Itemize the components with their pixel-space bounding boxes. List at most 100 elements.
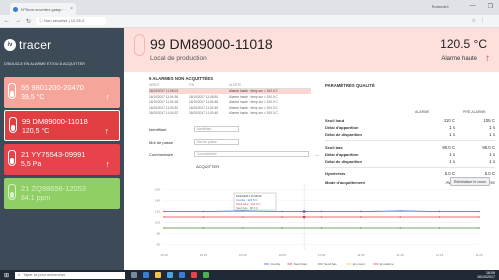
password-row: Mot de passe Mot de passe: [149, 139, 239, 145]
identifiant-row: Identifiant Identifiant: [149, 126, 239, 132]
current-value: 120.5 °C: [440, 37, 487, 51]
windows-start-icon[interactable]: ⊞: [4, 272, 9, 279]
data-point: [478, 227, 480, 229]
alarm-end: 16/10/2017 11:00:45: [189, 111, 219, 116]
taskbar-clock[interactable]: 18:09 16/10/2017: [477, 271, 495, 280]
folder-icon[interactable]: [155, 272, 162, 278]
data-point: [202, 227, 205, 229]
alarms-table: DÉBUT FIN ALERTE 16/10/2017 11:08:03 Ala…: [149, 83, 311, 116]
browser-profile[interactable]: Rotonde1: [432, 4, 449, 9]
data-point: [163, 210, 165, 213]
param-row: Seuil haut 110 C 105 C: [325, 117, 495, 124]
y-tick-label: 60: [157, 243, 161, 247]
data-point: [281, 210, 283, 213]
sensor-card[interactable]: 55 9801200-20470 39,5 °C ↑: [4, 77, 120, 108]
y-axis: 160 140 120 100 80 60: [155, 188, 160, 247]
temperature-chart[interactable]: 160 140 120 100 80 60 10:40 10:45 10:50 10:55 11:…: [124, 178, 499, 270]
sensor-card-selected[interactable]: 99 DM89000-11018 120,5 °C ↑: [4, 110, 120, 141]
alarm-start: 16/10/2017 11:00:32: [149, 105, 179, 110]
data-point: [163, 227, 165, 229]
tooltip-line: Seuil bas : 90.0 C: [236, 206, 258, 210]
alarm-text: Alarme haute : temp sur > 100.0 C: [229, 111, 278, 116]
table-row[interactable]: 16/10/2017 11:00:32 16/10/2017 11:02:45 …: [149, 105, 311, 111]
sensor-name: 21 ZQ98656-12053: [21, 184, 87, 193]
app-icon[interactable]: [191, 272, 198, 278]
param-row: Délai d'apparition 1 s 1 s: [325, 124, 495, 131]
data-point: [360, 216, 362, 218]
taskbar-icons: [131, 272, 210, 278]
x-tick-label: 10:45: [200, 253, 208, 257]
sensor-card[interactable]: 21 YY75543-09991 5,5 Pa ↑: [4, 144, 120, 175]
y-tick-label: 80: [157, 232, 161, 236]
reload-icon[interactable]: ↻: [26, 18, 31, 25]
task-view-icon[interactable]: [131, 272, 138, 278]
table-row[interactable]: 16/10/2017 11:04:36 16/10/2017 11:08:50 …: [149, 94, 311, 100]
divider: [325, 167, 495, 168]
thermometer-icon: [134, 34, 145, 56]
thermometer-icon: [8, 83, 16, 99]
table-row[interactable]: 16/10/2017 11:08:03 Alarme haute : temp …: [149, 88, 311, 94]
sensor-card[interactable]: 21 ZQ98656-12053 84.1 ppm: [4, 178, 120, 209]
password-label: Mot de passe: [149, 139, 174, 145]
data-point: [242, 210, 244, 212]
sensor-name: 99 DM89000-11018: [22, 117, 88, 126]
x-tick-label: 11:15: [436, 253, 444, 257]
comment-dash: —: [315, 151, 319, 157]
param-value-prealarme: 1 s: [489, 152, 495, 157]
identifiant-input[interactable]: Identifiant: [194, 126, 239, 132]
column-header: DÉBUT: [149, 83, 160, 88]
menu-icon[interactable]: ⋮: [480, 18, 485, 24]
back-icon[interactable]: ←: [4, 18, 10, 24]
url-field[interactable]: ⓘ Non sécurisé | 10.26.3: [36, 17, 107, 25]
store-icon[interactable]: [167, 272, 174, 278]
mail-icon[interactable]: [179, 272, 186, 278]
param-row: Délai de disparition 1 s 1 s: [325, 158, 495, 165]
forward-icon[interactable]: →: [15, 18, 21, 24]
param-value-alarme: 1 s: [449, 132, 455, 137]
param-label: Hystérésis: [325, 171, 346, 176]
app-logo[interactable]: iv tracer: [4, 38, 51, 52]
taskbar-search[interactable]: ⌕ Taper ici pour rechercher: [15, 271, 126, 279]
legend-label: Seuil bas: [324, 262, 337, 266]
browser-tab[interactable]: N°Nom ouvertes grasp · · 5E ×: [10, 3, 76, 15]
maximize-button[interactable]: ❐: [488, 3, 493, 10]
data-point: [438, 227, 441, 229]
sensor-value: 84.1 ppm: [21, 195, 51, 202]
comment-input[interactable]: Commentaire: [194, 151, 309, 157]
chrome-icon[interactable]: [203, 272, 210, 278]
arrow-up-icon: ↑: [485, 53, 490, 64]
alarm-start: 16/10/2017 11:04:18: [149, 100, 179, 105]
data-point: [281, 227, 283, 229]
legend-label: En alarme: [380, 262, 394, 266]
data-point: [320, 216, 323, 218]
edge-icon[interactable]: [143, 272, 150, 278]
alarm-end: 16/10/2017 11:02:45: [189, 105, 219, 110]
table-row[interactable]: 16/10/2017 11:04:18 16/10/2017 11:04:48 …: [149, 100, 311, 106]
sensor-name: 55 9801200-20470: [21, 83, 84, 92]
data-point: [360, 227, 362, 229]
window-controls: — ❐: [470, 3, 493, 10]
alarm-end: 16/10/2017 11:04:48: [189, 100, 219, 105]
password-input[interactable]: Mot de passe: [194, 139, 239, 145]
alarms-title: 5 ALARMES NON ACQUITTÉES: [149, 76, 214, 81]
param-value-prealarme: 105 C: [483, 118, 495, 123]
browser-tabbar: N°Nom ouvertes grasp · · 5E × Rotonde1 —…: [0, 0, 499, 15]
minimize-button[interactable]: —: [470, 3, 476, 10]
data-point: [478, 216, 480, 218]
legend-label: Seuil haut: [294, 262, 308, 266]
alarm-text: Alarme haute : temp sur > 100.0 C: [229, 100, 278, 105]
comment-label: Commentaire: [149, 151, 174, 157]
params-col-prealarme: PRÉ-ALARME: [463, 110, 486, 114]
bookmark-icon[interactable]: ☆: [472, 18, 476, 24]
data-point: [242, 216, 244, 218]
alarm-status: Alarme haute: [441, 56, 477, 62]
acquitter-button[interactable]: ACQUITTER: [196, 164, 219, 169]
alarm-start: 16/10/2017 11:08:03: [149, 89, 179, 94]
param-value-prealarme: 1 s: [489, 159, 495, 164]
param-label: Seuil haut: [325, 118, 345, 123]
taskbar-search-placeholder: Taper ici pour rechercher: [23, 273, 66, 277]
y-tick-label: 140: [155, 199, 160, 203]
tab-close-icon[interactable]: ×: [70, 6, 73, 12]
table-row[interactable]: 16/10/2017 11:00:22 16/10/2017 11:00:45 …: [149, 111, 311, 117]
data-point: [281, 216, 283, 218]
